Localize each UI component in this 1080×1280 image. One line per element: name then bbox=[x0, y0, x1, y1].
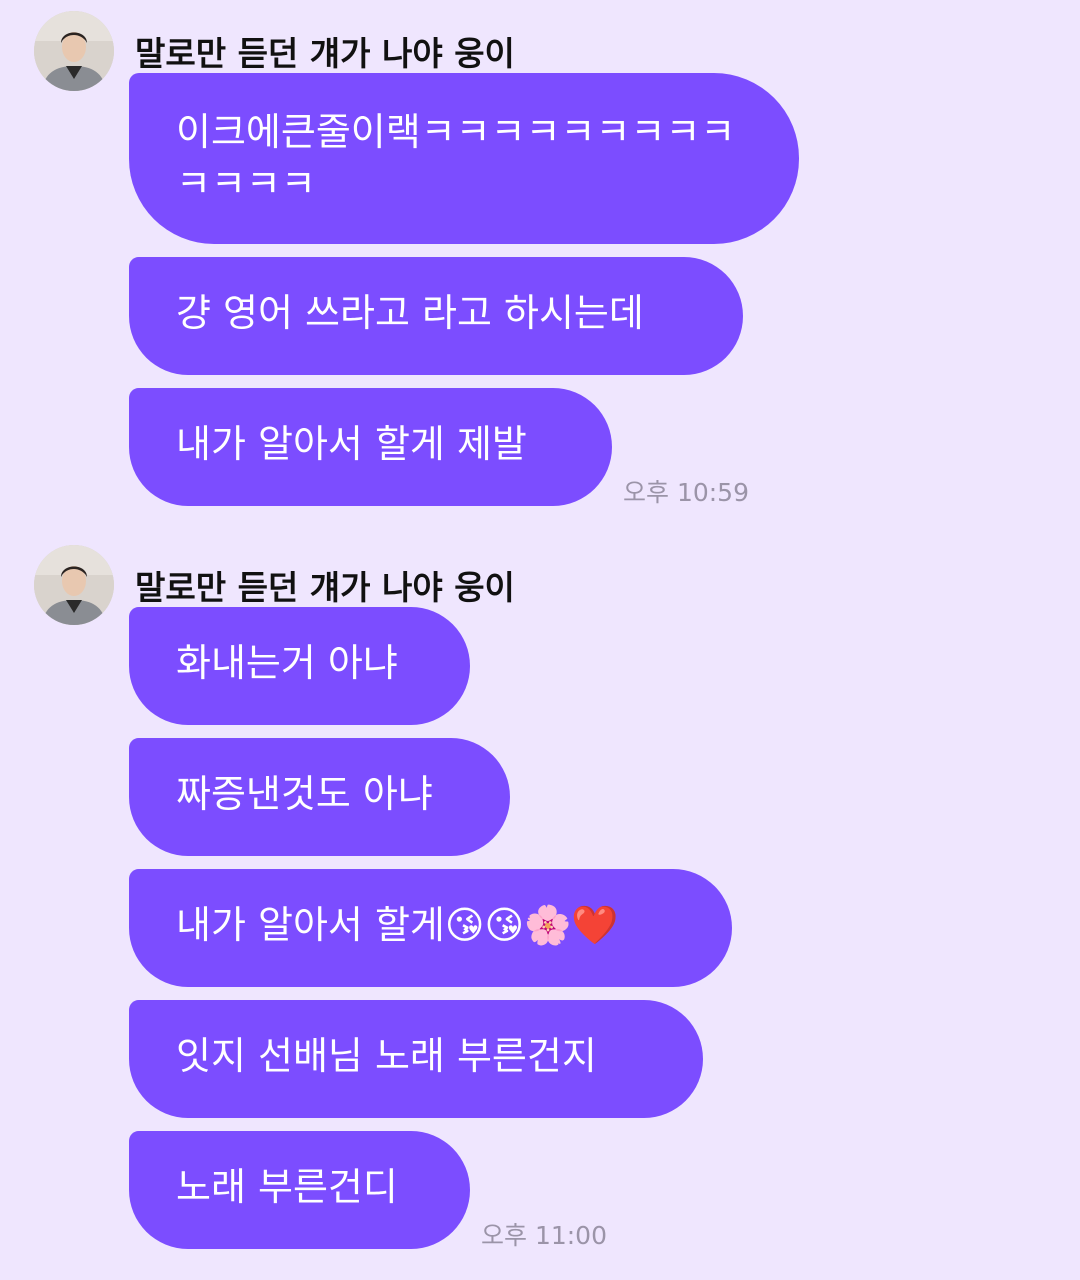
profile-photo bbox=[34, 545, 114, 625]
sender-name: 말로만 듣던 걔가 나야 웅이 bbox=[135, 568, 515, 607]
avatar[interactable] bbox=[34, 545, 114, 625]
message-bubble[interactable]: 화내는거 아냐 bbox=[129, 607, 470, 725]
message-bubble[interactable]: 내가 알아서 할게 제발 bbox=[129, 388, 612, 506]
message-text: 내가 알아서 할게 제발 bbox=[176, 422, 527, 466]
message-bubble[interactable]: 이크에큰줄이랙ㅋㅋㅋㅋㅋㅋㅋㅋㅋㅋㅋㅋㅋ bbox=[129, 73, 799, 244]
message-bubble[interactable]: 잇지 선배님 노래 부른건지 bbox=[129, 1000, 703, 1118]
message-text: 내가 알아서 할게😘😘🌸❤️ bbox=[176, 903, 619, 947]
message-text: 노래 부른건디 bbox=[176, 1165, 398, 1209]
message-time: 오후 11:00 bbox=[481, 1221, 607, 1250]
message-bubble[interactable]: 걍 영어 쓰라고 라고 하시는데 bbox=[129, 257, 743, 375]
message-time: 오후 10:59 bbox=[623, 478, 749, 507]
profile-photo bbox=[34, 11, 114, 91]
message-text: 짜증낸것도 아냐 bbox=[176, 772, 433, 816]
message-text: 걍 영어 쓰라고 라고 하시는데 bbox=[176, 291, 644, 335]
avatar[interactable] bbox=[34, 11, 114, 91]
chat-room: 말로만 듣던 걔가 나야 웅이 이크에큰줄이랙ㅋㅋㅋㅋㅋㅋㅋㅋㅋㅋㅋㅋㅋ 걍 영… bbox=[0, 0, 1080, 1280]
message-bubble[interactable]: 내가 알아서 할게😘😘🌸❤️ bbox=[129, 869, 732, 987]
sender-name: 말로만 듣던 걔가 나야 웅이 bbox=[135, 34, 515, 73]
message-text: 이크에큰줄이랙ㅋㅋㅋㅋㅋㅋㅋㅋㅋㅋㅋㅋㅋ bbox=[176, 110, 736, 206]
message-bubble[interactable]: 노래 부른건디 bbox=[129, 1131, 470, 1249]
message-text: 잇지 선배님 노래 부른건지 bbox=[176, 1034, 597, 1078]
message-text: 화내는거 아냐 bbox=[176, 641, 398, 685]
message-bubble[interactable]: 짜증낸것도 아냐 bbox=[129, 738, 510, 856]
